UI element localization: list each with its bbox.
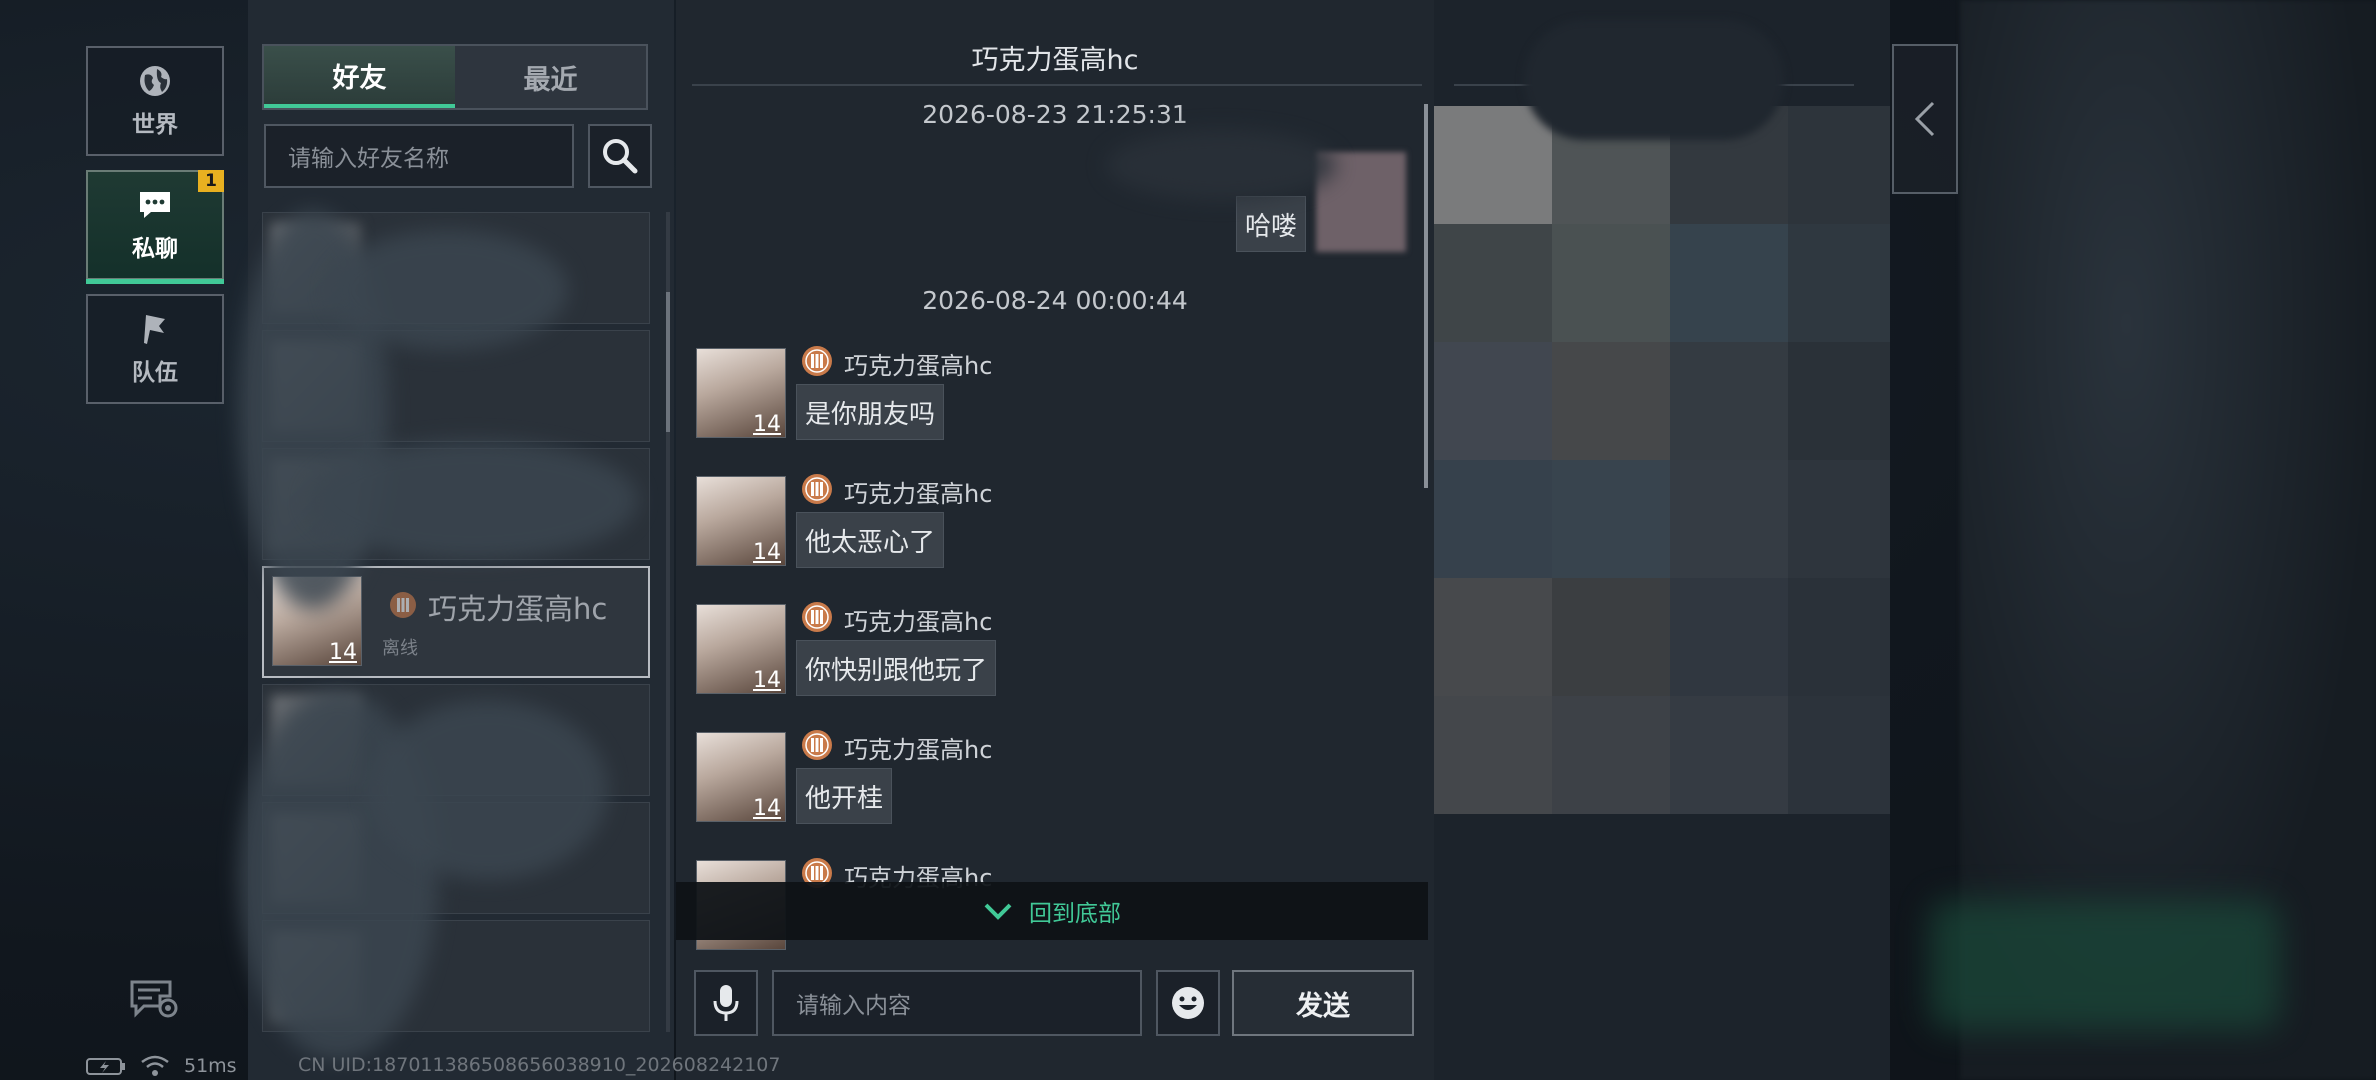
emoji-icon: [1172, 987, 1204, 1019]
friend-search-input[interactable]: 请输入好友名称: [264, 124, 574, 188]
sender-avatar: 14: [696, 732, 786, 822]
rank-icon: [802, 730, 832, 760]
message-bubble[interactable]: 他开桂: [796, 768, 893, 824]
chevron-left-icon: [1914, 101, 1935, 137]
chat-bubble-icon: [140, 192, 170, 218]
nav-private-chat-label: 私聊: [132, 236, 178, 262]
flag-icon: [144, 315, 165, 344]
tab-friends[interactable]: 好友: [264, 46, 455, 108]
sender-avatar: 14: [696, 604, 786, 694]
sender-name: 巧克力蛋高hc: [844, 608, 993, 636]
send-button[interactable]: 发送: [1232, 970, 1414, 1036]
status-bar: 51ms: [86, 1054, 237, 1078]
timestamp: 2026-08-23 21:25:31: [922, 100, 1188, 129]
chat-title: 巧克力蛋高hc: [971, 45, 1139, 76]
wifi-icon: [141, 1055, 169, 1076]
emoji-button[interactable]: [1156, 970, 1220, 1036]
redaction-smudge: [308, 440, 638, 560]
microphone-icon: [713, 985, 739, 1021]
back-to-bottom-button[interactable]: 回到底部: [676, 882, 1428, 940]
back-to-bottom-label: 回到底部: [1029, 901, 1121, 927]
rank-icon: [390, 592, 416, 618]
voice-button[interactable]: [694, 970, 758, 1036]
background-glow: [1930, 900, 2280, 1030]
friends-panel: 好友 最近 请输入好友名称 14 巧克力蛋高hc 离线: [238, 0, 674, 1080]
right-panel: 列表: [1434, 0, 1890, 1080]
nav-team[interactable]: 队伍: [86, 294, 224, 404]
user-uid: CN UID:18701138650865603891​0_2026082421…: [298, 1054, 781, 1076]
battery-icon: [86, 1058, 125, 1075]
divider: [692, 84, 1422, 86]
timestamp: 2026-08-24 00:00:44: [922, 286, 1188, 315]
pixelated-content: [1434, 106, 1890, 814]
chevron-down-icon: [984, 903, 1012, 920]
chat-panel: 巧克力蛋高hc 2026-08-23 21:25:31 哈喽 2026-08-2…: [676, 0, 1434, 1080]
redaction-smudge: [1524, 20, 1784, 140]
sender-avatar: 14: [696, 476, 786, 566]
friend-level: 14: [329, 640, 357, 665]
chat-scrollbar[interactable]: [1424, 104, 1428, 488]
friend-name: 巧克力蛋高hc: [428, 592, 608, 626]
sender-name: 巧克力蛋高hc: [844, 480, 993, 508]
sender-avatar: 14: [696, 348, 786, 438]
globe-icon: [140, 66, 170, 96]
own-message-bubble[interactable]: 哈喽: [1236, 196, 1307, 252]
redaction-smudge: [1106, 130, 1336, 200]
message-input[interactable]: 请输入内容: [772, 970, 1142, 1036]
redaction-smudge: [368, 700, 608, 880]
ping-value: 51ms: [184, 1055, 237, 1077]
nav-private-chat[interactable]: 私聊 1: [86, 170, 224, 284]
sender-name: 巧克力蛋高hc: [844, 736, 993, 764]
friend-tabs: 好友 最近: [262, 44, 648, 110]
friend-status: 离线: [382, 638, 418, 659]
chat-settings-icon[interactable]: [130, 978, 180, 1022]
rank-icon: [802, 602, 832, 632]
unread-badge: 1: [198, 170, 224, 192]
message-bubble[interactable]: 你快别跟他玩了: [796, 640, 997, 696]
message-bubble[interactable]: 他太恶心了: [796, 512, 945, 568]
message-bubble[interactable]: 是你朋友吗: [796, 384, 945, 440]
rank-icon: [802, 346, 832, 376]
nav-world-label: 世界: [132, 112, 178, 138]
nav-team-label: 队伍: [132, 360, 178, 386]
search-button[interactable]: [588, 124, 652, 188]
tab-recent[interactable]: 最近: [455, 46, 646, 108]
nav-world[interactable]: 世界: [86, 46, 224, 156]
search-icon: [603, 139, 638, 174]
sender-name: 巧克力蛋高hc: [844, 352, 993, 380]
collapse-panel-button[interactable]: [1892, 44, 1958, 194]
friend-list-scrollbar[interactable]: [666, 212, 670, 1032]
redaction-smudge: [328, 230, 568, 350]
chat-input-bar: 请输入内容 发送: [676, 954, 1434, 1044]
channel-nav: 世界 私聊 1 队伍: [86, 0, 226, 1080]
app-root: { "nav": { "items": [ {"label": "世界", "i…: [0, 0, 2376, 1080]
rank-icon: [802, 474, 832, 504]
